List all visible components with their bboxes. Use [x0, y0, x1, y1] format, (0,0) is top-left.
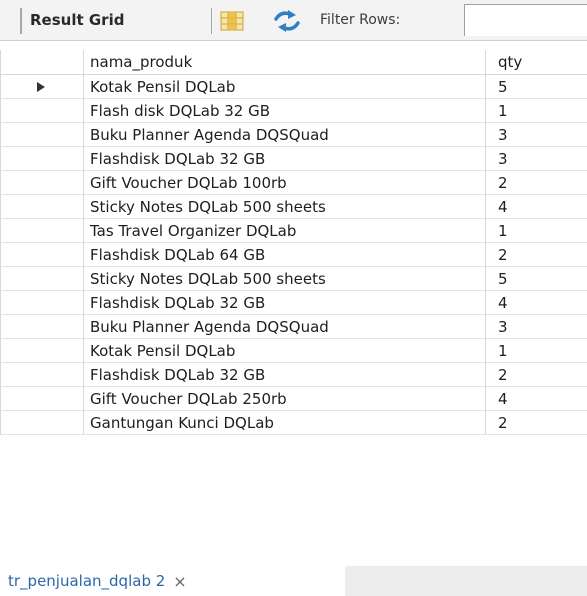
cell-qty[interactable]: 1 — [486, 219, 587, 242]
cell-nama-produk[interactable]: Flashdisk DQLab 32 GB — [84, 147, 486, 170]
cell-qty[interactable]: 4 — [486, 291, 587, 314]
cell-nama-produk[interactable]: Buku Planner Agenda DQSQuad — [84, 315, 486, 338]
cell-nama-produk[interactable]: Kotak Pensil DQLab — [84, 75, 486, 98]
cell-qty[interactable]: 3 — [486, 123, 587, 146]
cell-nama-produk[interactable]: Sticky Notes DQLab 500 sheets — [84, 267, 486, 290]
grid-header-row: nama_produk qty — [0, 50, 587, 75]
row-selector[interactable] — [0, 363, 84, 386]
table-row[interactable]: Kotak Pensil DQLab 5 — [0, 75, 587, 99]
result-tab[interactable]: tr_penjualan_dqlab 2 × — [0, 566, 345, 596]
table-row[interactable]: Flash disk DQLab 32 GB 1 — [0, 99, 587, 123]
cell-qty[interactable]: 4 — [486, 387, 587, 410]
row-selector[interactable] — [0, 147, 84, 170]
column-header-nama-produk[interactable]: nama_produk — [84, 50, 486, 74]
cell-nama-produk[interactable]: Gift Voucher DQLab 250rb — [84, 387, 486, 410]
table-row[interactable]: Flashdisk DQLab 64 GB 2 — [0, 243, 587, 267]
table-row[interactable]: Flashdisk DQLab 32 GB 4 — [0, 291, 587, 315]
cell-qty[interactable]: 3 — [486, 315, 587, 338]
cell-nama-produk[interactable]: Sticky Notes DQLab 500 sheets — [84, 195, 486, 218]
cell-qty[interactable]: 3 — [486, 147, 587, 170]
table-row[interactable]: Sticky Notes DQLab 500 sheets 4 — [0, 195, 587, 219]
cell-qty[interactable]: 1 — [486, 339, 587, 362]
row-header-corner[interactable] — [0, 50, 84, 74]
filter-rows-input[interactable] — [464, 4, 587, 36]
cell-qty[interactable]: 5 — [486, 267, 587, 290]
table-row[interactable]: Gift Voucher DQLab 100rb 2 — [0, 171, 587, 195]
result-tab-strip: tr_penjualan_dqlab 2 × — [0, 566, 587, 596]
cell-nama-produk[interactable]: Buku Planner Agenda DQSQuad — [84, 123, 486, 146]
cell-nama-produk[interactable]: Flash disk DQLab 32 GB — [84, 99, 486, 122]
cell-qty[interactable]: 1 — [486, 99, 587, 122]
table-row[interactable]: Sticky Notes DQLab 500 sheets 5 — [0, 267, 587, 291]
cell-nama-produk[interactable]: Kotak Pensil DQLab — [84, 339, 486, 362]
cell-nama-produk[interactable]: Flashdisk DQLab 64 GB — [84, 243, 486, 266]
table-row[interactable]: Flashdisk DQLab 32 GB 3 — [0, 147, 587, 171]
row-selector[interactable] — [0, 75, 84, 98]
row-selector[interactable] — [0, 315, 84, 338]
table-row[interactable]: Gift Voucher DQLab 250rb 4 — [0, 387, 587, 411]
row-selector[interactable] — [0, 291, 84, 314]
grid-view-icon[interactable] — [220, 11, 244, 31]
cell-nama-produk[interactable]: Gantungan Kunci DQLab — [84, 411, 486, 434]
toolbar-separator — [211, 8, 212, 34]
cell-qty[interactable]: 2 — [486, 411, 587, 434]
cell-nama-produk[interactable]: Gift Voucher DQLab 100rb — [84, 171, 486, 194]
result-grid-tab[interactable]: Result Grid — [30, 11, 124, 29]
row-selector[interactable] — [0, 387, 84, 410]
row-selector[interactable] — [0, 99, 84, 122]
result-toolbar: Result Grid Filter Rows: — [0, 0, 587, 41]
row-selector[interactable] — [0, 267, 84, 290]
close-icon[interactable]: × — [173, 572, 186, 591]
table-row[interactable]: Kotak Pensil DQLab 1 — [0, 339, 587, 363]
row-pointer-icon — [37, 82, 45, 92]
row-selector[interactable] — [0, 243, 84, 266]
row-selector[interactable] — [0, 123, 84, 146]
cell-nama-produk[interactable]: Tas Travel Organizer DQLab — [84, 219, 486, 242]
table-row[interactable]: Buku Planner Agenda DQSQuad 3 — [0, 123, 587, 147]
result-grid: nama_produk qty Kotak Pensil DQLab 5 Fla… — [0, 50, 587, 435]
row-selector[interactable] — [0, 195, 84, 218]
table-row[interactable]: Tas Travel Organizer DQLab 1 — [0, 219, 587, 243]
cell-nama-produk[interactable]: Flashdisk DQLab 32 GB — [84, 363, 486, 386]
row-selector[interactable] — [0, 339, 84, 362]
row-selector[interactable] — [0, 171, 84, 194]
cell-qty[interactable]: 2 — [486, 171, 587, 194]
cell-qty[interactable]: 2 — [486, 363, 587, 386]
column-header-qty[interactable]: qty — [486, 50, 587, 74]
cell-nama-produk[interactable]: Flashdisk DQLab 32 GB — [84, 291, 486, 314]
table-row[interactable]: Flashdisk DQLab 32 GB 2 — [0, 363, 587, 387]
table-row[interactable]: Gantungan Kunci DQLab 2 — [0, 411, 587, 435]
row-selector[interactable] — [0, 411, 84, 434]
refresh-icon[interactable] — [272, 9, 302, 33]
cell-qty[interactable]: 2 — [486, 243, 587, 266]
result-tab-label[interactable]: tr_penjualan_dqlab 2 — [8, 572, 165, 590]
cell-qty[interactable]: 5 — [486, 75, 587, 98]
toolbar-separator — [20, 8, 22, 34]
table-row[interactable]: Buku Planner Agenda DQSQuad 3 — [0, 315, 587, 339]
row-selector[interactable] — [0, 219, 84, 242]
cell-qty[interactable]: 4 — [486, 195, 587, 218]
filter-rows-label: Filter Rows: — [320, 12, 401, 28]
result-panel: Result Grid Filter Rows: nama_produk qty — [0, 0, 587, 596]
